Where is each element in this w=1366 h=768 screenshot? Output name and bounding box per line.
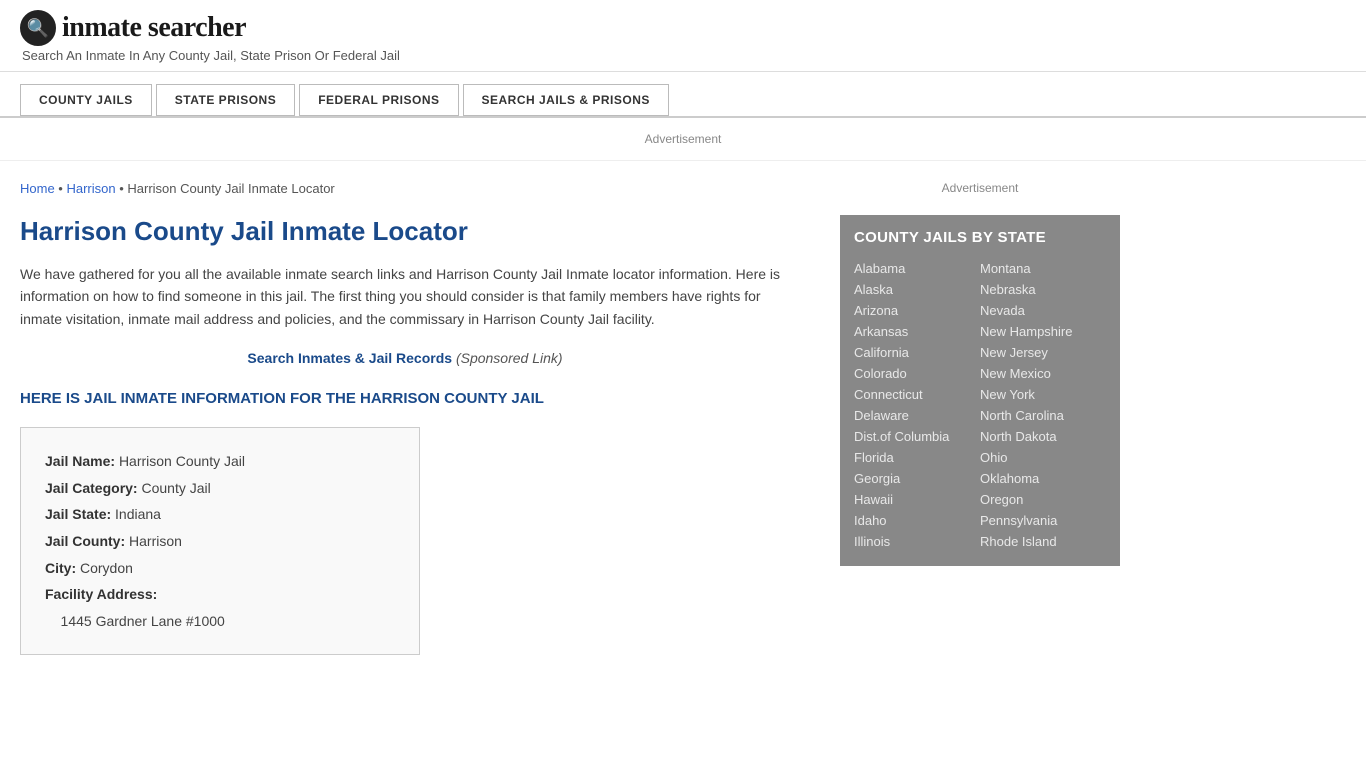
field-facility-address-label: Facility Address: [45,581,395,608]
nav-county-jails[interactable]: COUNTY JAILS [20,84,152,116]
site-header: 🔍 inmate searcher Search An Inmate In An… [0,0,1366,72]
ad-banner: Advertisement [0,118,1366,161]
state-georgia[interactable]: Georgia [854,468,980,489]
state-new-york[interactable]: New York [980,384,1106,405]
state-dc[interactable]: Dist.of Columbia [854,426,980,447]
page-title: Harrison County Jail Inmate Locator [20,216,790,247]
content-area: Home • Harrison • Harrison County Jail I… [20,161,820,675]
search-link-area: Search Inmates & Jail Records (Sponsored… [20,350,790,366]
state-alabama[interactable]: Alabama [854,258,980,279]
state-nebraska[interactable]: Nebraska [980,279,1106,300]
state-pennsylvania[interactable]: Pennsylvania [980,510,1106,531]
breadcrumb: Home • Harrison • Harrison County Jail I… [20,181,790,196]
field-jail-county: Jail County: Harrison [45,528,395,555]
nav-federal-prisons[interactable]: FEDERAL PRISONS [299,84,458,116]
sidebar-ad: Advertisement [840,181,1120,195]
sponsored-label: (Sponsored Link) [456,350,563,366]
state-list-header: COUNTY JAILS BY STATE [854,229,1106,246]
state-arkansas[interactable]: Arkansas [854,321,980,342]
state-new-jersey[interactable]: New Jersey [980,342,1106,363]
logo-area: 🔍 inmate searcher [20,10,1346,46]
state-oregon[interactable]: Oregon [980,489,1106,510]
field-jail-name: Jail Name: Harrison County Jail [45,448,395,475]
breadcrumb-parent[interactable]: Harrison [66,181,115,196]
nav-search-jails[interactable]: SEARCH JAILS & PRISONS [463,84,669,116]
search-inmates-link[interactable]: Search Inmates & Jail Records [247,350,452,366]
state-colorado[interactable]: Colorado [854,363,980,384]
state-california[interactable]: California [854,342,980,363]
state-alaska[interactable]: Alaska [854,279,980,300]
logo-icon: 🔍 [20,10,56,46]
subheading: HERE IS JAIL INMATE INFORMATION FOR THE … [20,390,790,407]
state-columns: Alabama Alaska Arizona Arkansas Californ… [854,258,1106,552]
state-new-mexico[interactable]: New Mexico [980,363,1106,384]
state-arizona[interactable]: Arizona [854,300,980,321]
breadcrumb-current: Harrison County Jail Inmate Locator [127,181,334,196]
state-hawaii[interactable]: Hawaii [854,489,980,510]
state-oklahoma[interactable]: Oklahoma [980,468,1106,489]
sidebar: Advertisement COUNTY JAILS BY STATE Alab… [820,161,1120,675]
field-jail-state: Jail State: Indiana [45,501,395,528]
state-rhode-island[interactable]: Rhode Island [980,531,1106,552]
field-facility-address-value: 1445 Gardner Lane #1000 [45,608,395,635]
state-florida[interactable]: Florida [854,447,980,468]
state-col-right: Montana Nebraska Nevada New Hampshire Ne… [980,258,1106,552]
info-box: Jail Name: Harrison County Jail Jail Cat… [20,427,420,655]
state-illinois[interactable]: Illinois [854,531,980,552]
description-text: We have gathered for you all the availab… [20,263,790,330]
nav-state-prisons[interactable]: STATE PRISONS [156,84,295,116]
state-delaware[interactable]: Delaware [854,405,980,426]
state-col-left: Alabama Alaska Arizona Arkansas Californ… [854,258,980,552]
breadcrumb-home[interactable]: Home [20,181,55,196]
state-nevada[interactable]: Nevada [980,300,1106,321]
state-montana[interactable]: Montana [980,258,1106,279]
state-idaho[interactable]: Idaho [854,510,980,531]
state-ohio[interactable]: Ohio [980,447,1106,468]
logo-text: inmate searcher [62,12,246,44]
state-north-carolina[interactable]: North Carolina [980,405,1106,426]
tagline: Search An Inmate In Any County Jail, Sta… [20,48,1346,63]
field-jail-category: Jail Category: County Jail [45,475,395,502]
field-city: City: Corydon [45,555,395,582]
state-connecticut[interactable]: Connecticut [854,384,980,405]
state-new-hampshire[interactable]: New Hampshire [980,321,1106,342]
state-list-widget: COUNTY JAILS BY STATE Alabama Alaska Ari… [840,215,1120,566]
main-layout: Home • Harrison • Harrison County Jail I… [0,161,1366,675]
state-north-dakota[interactable]: North Dakota [980,426,1106,447]
main-nav: COUNTY JAILS STATE PRISONS FEDERAL PRISO… [0,72,1366,118]
